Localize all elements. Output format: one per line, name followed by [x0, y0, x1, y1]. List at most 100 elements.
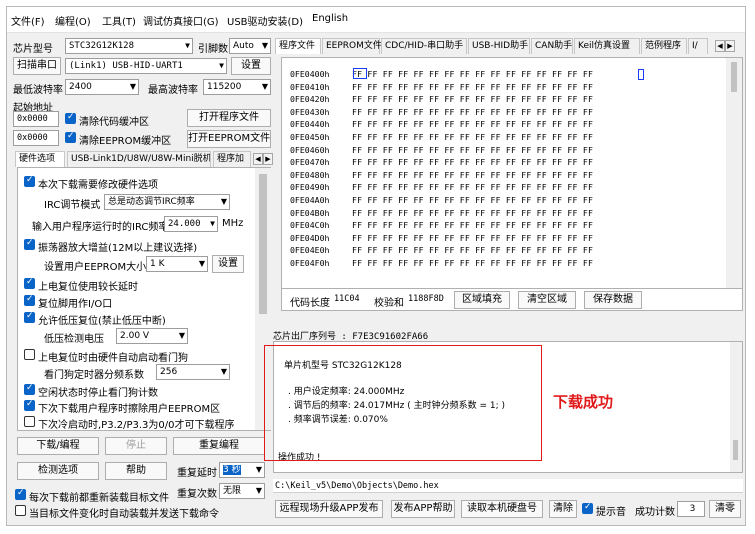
repeat-delay-select[interactable]: 3 秒 ▼: [219, 462, 265, 478]
tab-program-encrypt[interactable]: 程序加: [213, 151, 251, 167]
save-data-button[interactable]: 保存数据: [584, 291, 642, 309]
auto-send-on-change-label: 当目标文件变化时自动装载并发送下载命令: [29, 509, 219, 520]
tab-program-file[interactable]: 程序文件: [275, 38, 321, 54]
hex-row-data[interactable]: FF FF FF FF FF FF FF FF FF FF FF FF FF F…: [352, 118, 593, 130]
tab-cdc-serial-helper[interactable]: CDC/HID-串口助手: [381, 38, 467, 54]
hex-row-data[interactable]: FF FF FF FF FF FF FF FF FF FF FF FF FF F…: [352, 194, 593, 206]
read-disk-id-button[interactable]: 读取本机硬盘号: [461, 500, 543, 518]
menu-english[interactable]: English: [312, 13, 348, 24]
checksum-value: 1188F8D: [408, 294, 444, 304]
idle-stop-watchdog-checkbox[interactable]: [24, 383, 35, 395]
reset-count-button[interactable]: 清零: [709, 500, 741, 518]
watchdog-prescaler-select[interactable]: 256 ▼: [156, 364, 230, 380]
hex-row-data[interactable]: FF FF FF FF FF FF FF FF FF FF FF FF FF F…: [352, 93, 593, 105]
long-reset-delay-checkbox[interactable]: [24, 277, 35, 289]
hex-row-data[interactable]: FF FF FF FF FF FF FF FF FF FF FF FF FF F…: [352, 257, 593, 269]
tab-usb-hid-helper[interactable]: USB-HID助手: [468, 38, 530, 54]
detect-options-button[interactable]: 检测选项: [17, 462, 99, 480]
reprogram-button[interactable]: 重复编程: [173, 437, 265, 455]
sound-prompt-label: 提示音: [596, 507, 626, 518]
hex-scrollbar[interactable]: [726, 58, 742, 288]
code-address-input[interactable]: 0x0000: [13, 111, 59, 127]
chevron-right-icon[interactable]: ▶: [725, 40, 735, 52]
hex-row-data[interactable]: FF FF FF FF FF FF FF FF FF FF FF FF FF F…: [352, 68, 593, 80]
tab-example-programs[interactable]: 范例程序: [641, 38, 687, 54]
clear-region-button[interactable]: 清空区域: [518, 291, 576, 309]
hex-scrollbar-thumb[interactable]: [731, 62, 737, 92]
reset-pin-io-checkbox[interactable]: [24, 294, 35, 306]
lvd-voltage-select[interactable]: 2.00 V ▼: [116, 328, 188, 344]
tab-eeprom-file[interactable]: EEPROM文件: [322, 38, 382, 54]
clear-code-checkbox[interactable]: [65, 112, 76, 124]
publish-app-help-button[interactable]: 发布APP帮助: [391, 500, 455, 518]
scan-port-button[interactable]: 扫描串口: [13, 57, 61, 75]
hex-row-data[interactable]: FF FF FF FF FF FF FF FF FF FF FF FF FF F…: [352, 81, 593, 93]
low-voltage-reset-checkbox[interactable]: [24, 311, 35, 323]
tab-can-helper[interactable]: CAN助手: [531, 38, 573, 54]
log-scrollbar[interactable]: [730, 342, 742, 472]
success-count-label: 成功计数: [635, 507, 675, 518]
hex-row-data[interactable]: FF FF FF FF FF FF FF FF FF FF FF FF FF F…: [352, 232, 593, 244]
repeat-count-select[interactable]: 无限 ▼: [219, 483, 265, 499]
eeprom-size-select[interactable]: 1 K ▼: [146, 256, 208, 272]
hex-cursor: [353, 68, 367, 79]
modify-options-checkbox[interactable]: [24, 175, 35, 187]
help-button[interactable]: 帮助: [105, 462, 167, 480]
hex-row-data[interactable]: FF FF FF FF FF FF FF FF FF FF FF FF FF F…: [352, 244, 593, 256]
log-scrollbar-thumb[interactable]: [733, 440, 738, 460]
hex-row-data[interactable]: FF FF FF FF FF FF FF FF FF FF FF FF FF F…: [352, 131, 593, 143]
port-settings-button[interactable]: 设置: [231, 57, 271, 75]
tab-usb-link-offline[interactable]: USB-Link1D/U8W/U8W-Mini脱机: [67, 151, 211, 167]
clear-log-button[interactable]: 清除: [549, 500, 577, 518]
irc-frequency-select[interactable]: 24.000 ▼: [164, 216, 218, 232]
clear-eeprom-checkbox[interactable]: [65, 131, 76, 143]
tab-io[interactable]: I/: [688, 38, 708, 54]
repeat-count-label: 重复次数: [177, 489, 217, 500]
clear-eeprom-label: 清除EEPROM缓冲区: [79, 136, 172, 147]
hex-row-data[interactable]: FF FF FF FF FF FF FF FF FF FF FF FF FF F…: [352, 181, 593, 193]
oscillator-gain-checkbox[interactable]: [24, 238, 35, 250]
hex-row-data[interactable]: FF FF FF FF FF FF FF FF FF FF FF FF FF F…: [352, 156, 593, 168]
download-program-button[interactable]: 下载/编程: [17, 437, 99, 455]
hex-row-data[interactable]: FF FF FF FF FF FF FF FF FF FF FF FF FF F…: [352, 219, 593, 231]
options-scrollbar-thumb[interactable]: [259, 174, 267, 314]
hex-file-path[interactable]: C:\Keil_v5\Demo\Objects\Demo.hex: [273, 479, 743, 493]
eeprom-size-label: 设置用户EEPROM大小: [44, 262, 147, 273]
stop-button[interactable]: 停止: [105, 437, 167, 455]
remote-upgrade-button[interactable]: 远程现场升级APP发布: [275, 500, 383, 518]
cold-boot-p32-checkbox[interactable]: [24, 416, 35, 427]
chevron-left-icon[interactable]: ◀: [253, 153, 263, 165]
min-baud-select[interactable]: 2400 ▼: [65, 79, 139, 95]
sound-prompt-checkbox[interactable]: [582, 502, 593, 514]
chevron-right-icon[interactable]: ▶: [263, 153, 273, 165]
tab-hardware-options[interactable]: 硬件选项: [15, 151, 65, 167]
open-eeprom-file-button[interactable]: 打开EEPROM文件: [187, 130, 271, 148]
pin-count-select[interactable]: Auto ▼: [229, 38, 271, 54]
erase-eeprom-checkbox[interactable]: [24, 399, 35, 411]
menu-debug[interactable]: 调试仿真接口(G): [143, 13, 219, 28]
auto-send-on-change-checkbox[interactable]: [15, 505, 26, 516]
fill-region-button[interactable]: 区域填充: [454, 291, 510, 309]
menu-program[interactable]: 编程(O): [55, 13, 91, 28]
menu-usb-driver[interactable]: USB驱动安装(D): [227, 13, 303, 28]
menu-file[interactable]: 文件(F): [11, 13, 45, 28]
eeprom-set-button[interactable]: 设置: [212, 255, 244, 273]
eeprom-address-input[interactable]: 0x0000: [13, 130, 59, 146]
irc-mode-select[interactable]: 总是动态调节IRC频率 ▼: [104, 194, 230, 210]
hex-row-data[interactable]: FF FF FF FF FF FF FF FF FF FF FF FF FF F…: [352, 106, 593, 118]
hex-row-data[interactable]: FF FF FF FF FF FF FF FF FF FF FF FF FF F…: [352, 169, 593, 181]
port-select[interactable]: (Link1) USB-HID-UART1 ▼: [65, 58, 227, 74]
hex-view[interactable]: 0FE0400h FF FF FF FF FF FF FF FF FF FF FF…: [281, 57, 743, 289]
hex-row-data[interactable]: FF FF FF FF FF FF FF FF FF FF FF FF FF F…: [352, 207, 593, 219]
auto-watchdog-checkbox[interactable]: [24, 349, 35, 360]
reload-before-download-checkbox[interactable]: [15, 488, 26, 500]
menu-tools[interactable]: 工具(T): [102, 13, 136, 28]
open-program-file-button[interactable]: 打开程序文件: [187, 109, 271, 127]
max-baud-select[interactable]: 115200 ▼: [203, 79, 271, 95]
hex-toolbar: 代码长度 11C04 校验和 1188F8D 区域填充 清空区域 保存数据: [281, 289, 743, 311]
hardware-options-panel: 本次下载需要修改硬件选项 IRC调节模式 总是动态调节IRC频率 ▼ 输入用户程…: [17, 167, 271, 431]
tab-keil-settings[interactable]: Keil仿真设置: [574, 38, 640, 54]
hex-row-data[interactable]: FF FF FF FF FF FF FF FF FF FF FF FF FF F…: [352, 144, 593, 156]
chip-model-select[interactable]: STC32G12K128 ▼: [65, 38, 193, 54]
chevron-left-icon[interactable]: ◀: [715, 40, 725, 52]
